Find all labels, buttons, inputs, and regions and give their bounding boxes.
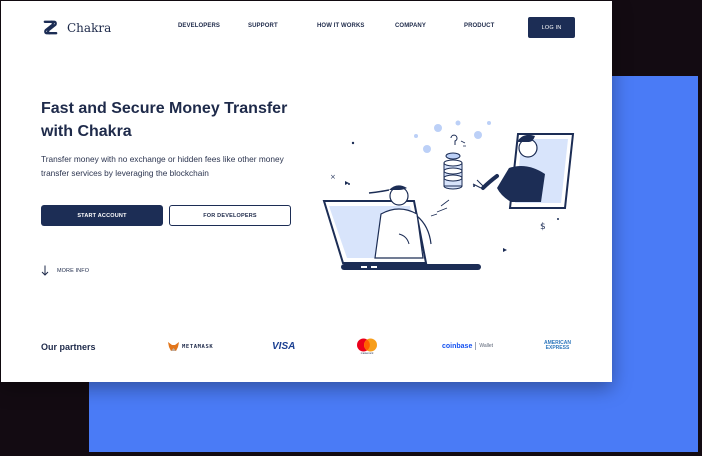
partners-label: Our partners	[41, 342, 96, 352]
partner-metamask-name: METAMASK	[182, 343, 214, 350]
more-info-link[interactable]: MORE INFO	[41, 265, 89, 276]
svg-text:$: $	[540, 222, 546, 232]
start-account-button[interactable]: START ACCOUNT	[41, 205, 163, 226]
nav-developers[interactable]: DEVELOPERS	[178, 23, 220, 29]
partner-mastercard-name: mastercard	[360, 352, 374, 355]
partner-visa-name: VISA	[272, 341, 296, 352]
partner-amex[interactable]: AMERICAN EXPRESS	[544, 341, 571, 351]
partner-mastercard[interactable]: mastercard	[356, 338, 378, 355]
nav-support[interactable]: SUPPORT	[248, 23, 278, 29]
svg-text:×: ×	[330, 173, 336, 181]
partner-amex-line2: EXPRESS	[545, 345, 570, 351]
fox-icon	[168, 342, 179, 351]
landing-page-window: Chakra DEVELOPERS SUPPORT HOW IT WORKS C…	[1, 1, 612, 382]
partner-divider	[475, 342, 477, 350]
hero-title: Fast and Secure Money Transfer with Chak…	[41, 100, 288, 140]
money-transfer-illustration: × $	[322, 120, 575, 270]
hero-subtitle: Transfer money with no exchange or hidde…	[41, 154, 284, 178]
partner-coinbase-name: coinbase	[442, 342, 473, 350]
nav-product[interactable]: PRODUCT	[464, 23, 494, 29]
chakra-logo-icon	[43, 20, 58, 35]
man-figure	[472, 134, 545, 202]
nav-how-it-works[interactable]: HOW IT WORKS	[317, 23, 365, 29]
arrow-down-icon	[41, 265, 49, 276]
partner-visa[interactable]: VISA	[272, 341, 295, 352]
nav-company[interactable]: COMPANY	[395, 23, 426, 29]
for-developers-button[interactable]: FOR DEVELOPERS	[169, 205, 291, 226]
brand-name: Chakra	[67, 20, 112, 35]
brand-logo[interactable]: Chakra	[41, 18, 111, 37]
partner-coinbase[interactable]: coinbase Wallet	[442, 342, 493, 350]
mastercard-circles-icon	[357, 338, 377, 352]
login-button[interactable]: LOG IN	[528, 17, 575, 38]
more-info-label: MORE INFO	[57, 267, 90, 274]
coin-stack-icon	[443, 134, 463, 190]
decoration-dots	[414, 120, 491, 153]
partner-metamask[interactable]: METAMASK	[168, 342, 213, 351]
partner-coinbase-suffix: Wallet	[479, 343, 494, 349]
